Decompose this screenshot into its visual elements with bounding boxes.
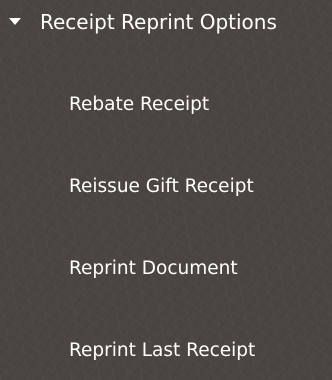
receipt-reprint-menu: Receipt Reprint Options Rebate Receipt R… xyxy=(0,0,332,380)
menu-item-rebate-receipt[interactable]: Rebate Receipt xyxy=(0,75,332,135)
menu-item-label: Reissue Gift Receipt xyxy=(69,176,254,197)
menu-item-label: Reprint Document xyxy=(69,258,238,279)
menu-item-reprint-last-receipt[interactable]: Reprint Last Receipt xyxy=(0,321,332,380)
menu-item-label: Reprint Last Receipt xyxy=(69,340,256,361)
menu-item-reissue-gift-receipt[interactable]: Reissue Gift Receipt xyxy=(0,157,332,217)
caret-down-icon xyxy=(9,18,21,25)
section-title: Receipt Reprint Options xyxy=(40,10,277,34)
menu-item-reprint-document[interactable]: Reprint Document xyxy=(0,239,332,299)
menu-item-label: Rebate Receipt xyxy=(69,94,210,115)
receipt-reprint-options-toggle[interactable]: Receipt Reprint Options xyxy=(0,0,332,46)
